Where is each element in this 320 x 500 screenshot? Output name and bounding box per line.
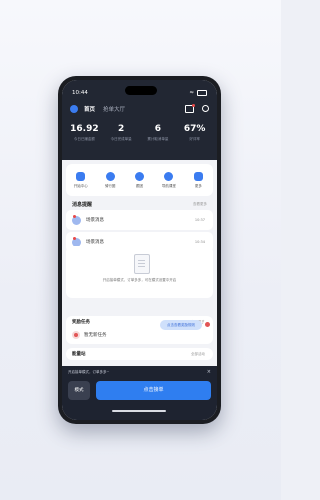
user-icon[interactable] <box>202 105 209 112</box>
task-item[interactable]: 暂无新任务 <box>84 332 107 338</box>
quick-item-riding[interactable]: 骑行圈 <box>95 164 124 196</box>
stats-row: 16.92 今日已赚金额 2 今日完成单量 6 累计取消单量 67% 好评率 <box>66 124 213 152</box>
map-icon <box>164 171 174 181</box>
message-time: 10:34 <box>194 240 205 244</box>
stat-value: 67% <box>183 124 206 134</box>
message-time: 10:37 <box>194 218 205 222</box>
top-nav: 首页 抢单大厅 <box>70 103 209 115</box>
stat-completed[interactable]: 2 今日完成单量 <box>103 124 140 152</box>
stat-label: 今日已赚金额 <box>73 137 95 141</box>
grid-icon <box>193 171 203 181</box>
quick-label: 导航课堂 <box>161 183 176 188</box>
messages-more-link[interactable]: 查看更多 <box>193 202 207 207</box>
clipboard-icon <box>134 254 150 274</box>
tab-home[interactable]: 首页 <box>84 105 95 113</box>
stat-rating[interactable]: 67% 好评率 <box>176 124 213 152</box>
task-icon <box>72 331 80 339</box>
message-icon[interactable] <box>185 104 195 113</box>
energy-more-link[interactable]: 全部活动 <box>191 352 205 357</box>
quick-label: 开始中心 <box>73 183 88 188</box>
quick-item-more[interactable]: 更多 <box>184 164 213 196</box>
reward-rule-bubble[interactable]: 点击查看奖励规则 <box>160 320 202 330</box>
close-tip-icon[interactable]: × <box>207 369 211 375</box>
stat-label: 今日完成单量 <box>110 137 132 141</box>
status-bar: 10:44 ≈ <box>72 88 207 98</box>
quick-item-group[interactable]: 跟团 <box>125 164 154 196</box>
quick-label: 骑行圈 <box>104 183 116 188</box>
stat-value: 6 <box>154 124 161 134</box>
energy-title: 能量站 <box>72 352 86 357</box>
message-row[interactable]: 场景消息 10:37 <box>66 210 213 230</box>
close-bubble-icon[interactable] <box>203 320 212 330</box>
status-time: 10:44 <box>72 90 88 96</box>
empty-text: 开启接单模式，订单多多，可在模式设置中开启 <box>102 278 177 282</box>
battery-icon <box>197 90 207 96</box>
quick-label: 跟团 <box>136 183 144 188</box>
messages-title: 消息提醒 <box>72 202 93 208</box>
app-logo-icon <box>70 105 78 113</box>
scooter-icon <box>105 171 115 181</box>
grab-order-button[interactable]: 点击接单 <box>96 381 211 400</box>
energy-station: 能量站 全部活动 <box>66 348 213 360</box>
message-text: 场景消息 <box>86 240 104 245</box>
quick-label: 更多 <box>194 183 202 188</box>
stat-label: 累计取消单量 <box>147 137 169 141</box>
quick-actions: 开始中心 骑行圈 跟团 导航课堂 更多 <box>66 164 213 196</box>
stat-value: 16.92 <box>70 124 99 134</box>
home-indicator <box>112 410 166 412</box>
message-avatar-icon <box>72 214 81 225</box>
bottom-panel: 开启接单模式，订单多多~ × 模式 点击接单 <box>62 366 217 420</box>
bottom-tip: 开启接单模式，订单多多~ <box>68 370 110 374</box>
stat-cancelled[interactable]: 6 累计取消单量 <box>140 124 177 152</box>
task-title: 奖励任务 <box>72 320 90 325</box>
mode-button[interactable]: 模式 <box>68 381 90 400</box>
tab-order-hall[interactable]: 抢单大厅 <box>103 105 125 113</box>
quick-item-start-center[interactable]: 开始中心 <box>66 164 95 196</box>
stat-label: 好评率 <box>189 137 200 141</box>
header-panel: 10:44 ≈ 首页 抢单大厅 16.92 今日已赚金额 2 今日完成单量 6 … <box>62 80 217 160</box>
wifi-icon: ≈ <box>189 90 194 96</box>
stat-value: 2 <box>117 124 125 134</box>
status-icons: ≈ <box>189 90 207 96</box>
bell-icon <box>76 171 86 181</box>
stat-earnings[interactable]: 16.92 今日已赚金额 <box>66 124 103 152</box>
quick-item-nav-class[interactable]: 导航课堂 <box>154 164 183 196</box>
phone-frame: 10:44 ≈ 首页 抢单大厅 16.92 今日已赚金额 2 今日完成单量 6 … <box>58 76 221 424</box>
message-text: 场景消息 <box>86 218 104 223</box>
phone-screen: 10:44 ≈ 首页 抢单大厅 16.92 今日已赚金额 2 今日完成单量 6 … <box>62 80 217 420</box>
empty-state: 开启接单模式，订单多多，可在模式设置中开启 <box>66 246 213 298</box>
location-icon <box>135 171 145 181</box>
